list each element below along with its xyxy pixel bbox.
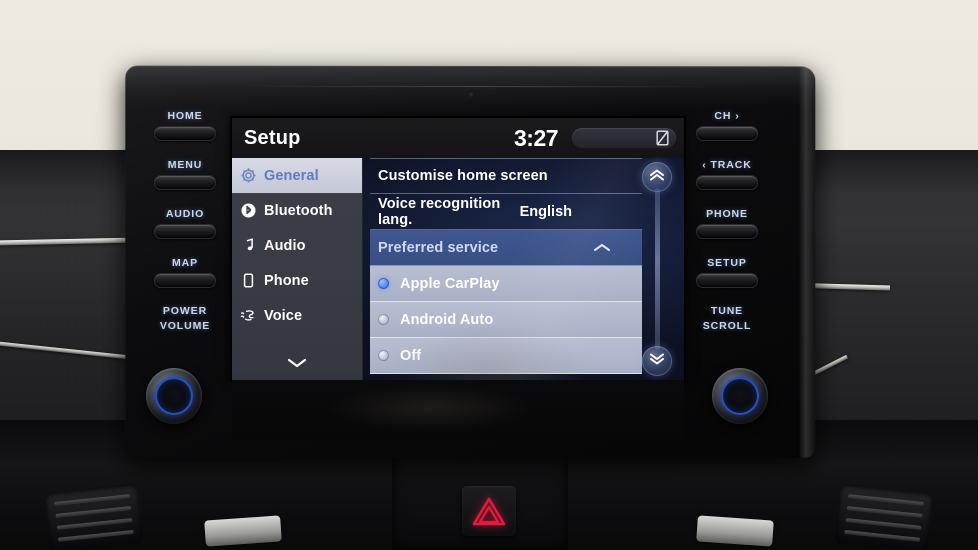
screen-content: General Bluetooth Audio Phone Voice Cust…	[232, 158, 684, 380]
sidebar-item-voice-label: Voice	[264, 307, 303, 324]
page-title: Setup	[244, 126, 301, 149]
audio-button-label: AUDIO	[165, 208, 205, 220]
scroll-up-button[interactable]	[642, 162, 672, 192]
voice-icon	[240, 307, 257, 324]
power-volume-label-line2: VOLUME	[159, 320, 211, 332]
sidebar-item-audio[interactable]: Audio	[232, 228, 362, 263]
sidebar-item-audio-label: Audio	[264, 237, 306, 254]
tune-scroll-knob[interactable]	[712, 368, 768, 424]
chevron-up-icon[interactable]	[592, 242, 612, 253]
audio-button[interactable]: AUDIO	[148, 208, 222, 239]
music-note-icon	[240, 237, 257, 254]
scrollbar-track[interactable]	[654, 188, 660, 350]
audio-button-key[interactable]	[154, 224, 216, 239]
bluetooth-icon	[240, 202, 257, 219]
power-volume-label-group: POWER VOLUME	[148, 306, 222, 332]
right-button-column: CH › ‹ TRACK PHONE SETUP TUNE SCROLL	[690, 110, 764, 350]
radio-option-label: Off	[400, 347, 422, 364]
scrollbar[interactable]	[640, 162, 674, 376]
power-volume-label-line1: POWER	[162, 305, 208, 317]
tune-scroll-label-line2: SCROLL	[702, 320, 752, 332]
bezel-reflection	[330, 384, 530, 432]
left-button-column: HOME MENU AUDIO MAP POWER VOLUME	[148, 110, 222, 350]
home-button-label: HOME	[167, 110, 203, 122]
double-chevron-down-icon	[648, 351, 666, 372]
phone-button-key[interactable]	[696, 224, 758, 239]
air-vent-right	[835, 483, 933, 550]
sidebar-item-general[interactable]: General	[232, 158, 362, 193]
tune-scroll-label-line1: TUNE	[710, 305, 744, 317]
sidebar-item-bluetooth[interactable]: Bluetooth	[232, 193, 362, 228]
sidebar-item-phone-label: Phone	[264, 272, 309, 289]
radio-option-off[interactable]: Off	[370, 338, 642, 374]
sidebar-item-general-label: General	[264, 167, 319, 184]
menu-button-key[interactable]	[154, 175, 216, 190]
track-button-key[interactable]	[696, 175, 758, 190]
tune-scroll-label-group: TUNE SCROLL	[690, 306, 764, 332]
radio-option-label: Android Auto	[400, 311, 494, 328]
section-header-label: Preferred service	[378, 239, 499, 256]
setup-button-label: SETUP	[707, 257, 747, 269]
map-button-label: MAP	[171, 257, 199, 269]
hazard-light-button[interactable]	[462, 486, 516, 536]
radio-option-apple-carplay[interactable]: Apple CarPlay	[370, 266, 642, 302]
list-item-customise-home-screen[interactable]: Customise home screen	[370, 158, 642, 194]
channel-button-label: CH ›	[714, 110, 740, 122]
list-item-voice-recognition-language[interactable]: Voice recognition lang. English	[370, 194, 642, 230]
menu-button[interactable]: MENU	[148, 159, 222, 190]
clock: 3:27	[514, 125, 559, 151]
home-button-key[interactable]	[154, 126, 216, 141]
screenshot-root: HOME MENU AUDIO MAP POWER VOLUME CH › ‹ …	[0, 0, 978, 550]
list-item-label: Voice recognition lang.	[378, 195, 501, 228]
console-trim-left	[204, 515, 282, 547]
radio-button-selected[interactable]	[378, 278, 389, 289]
map-button-key[interactable]	[154, 273, 216, 288]
radio-option-label: Apple CarPlay	[400, 275, 500, 292]
status-indicator-pill	[572, 128, 676, 148]
chevron-down-icon	[286, 356, 308, 373]
settings-list-panel: Customise home screen Voice recognition …	[362, 158, 684, 380]
console-trim-right	[696, 515, 774, 547]
sidebar-more-button[interactable]	[232, 356, 362, 374]
bezel-seam	[233, 85, 720, 88]
bezel-sensor-dot	[468, 91, 474, 98]
air-vent-left	[45, 483, 143, 550]
sidebar-item-voice[interactable]: Voice	[232, 298, 362, 333]
settings-sidebar: General Bluetooth Audio Phone Voice	[232, 158, 363, 380]
map-button[interactable]: MAP	[148, 257, 222, 288]
list-item-label: Customise home screen	[378, 168, 548, 184]
channel-button-key[interactable]	[696, 126, 758, 141]
phone-button[interactable]: PHONE	[690, 208, 764, 239]
radio-button[interactable]	[378, 350, 389, 361]
status-bar: Setup 3:27	[232, 118, 684, 158]
menu-button-label: MENU	[167, 159, 203, 171]
no-signal-icon	[656, 130, 669, 146]
phone-icon	[240, 272, 257, 289]
sidebar-item-bluetooth-label: Bluetooth	[264, 202, 333, 219]
double-chevron-up-icon	[648, 167, 666, 188]
home-button[interactable]: HOME	[148, 110, 222, 141]
hazard-triangle-icon	[472, 496, 506, 526]
radio-option-android-auto[interactable]: Android Auto	[370, 302, 642, 338]
settings-list: Customise home screen Voice recognition …	[370, 158, 642, 374]
channel-button[interactable]: CH ›	[690, 110, 764, 141]
section-header-preferred-service[interactable]: Preferred service	[370, 230, 642, 266]
touchscreen-display[interactable]: Setup 3:27 General Bluetooth Audio Phone…	[232, 118, 684, 380]
power-volume-knob[interactable]	[146, 368, 202, 424]
track-button[interactable]: ‹ TRACK	[690, 159, 764, 190]
bezel-right-edge	[799, 66, 816, 458]
phone-button-label: PHONE	[706, 208, 748, 220]
setup-button-key[interactable]	[696, 273, 758, 288]
scroll-down-button[interactable]	[642, 346, 672, 376]
list-item-value: English	[519, 203, 572, 220]
setup-button[interactable]: SETUP	[690, 257, 764, 288]
sidebar-item-phone[interactable]: Phone	[232, 263, 362, 298]
gear-icon	[240, 167, 257, 184]
track-button-label: ‹ TRACK	[702, 159, 752, 171]
radio-button[interactable]	[378, 314, 389, 325]
